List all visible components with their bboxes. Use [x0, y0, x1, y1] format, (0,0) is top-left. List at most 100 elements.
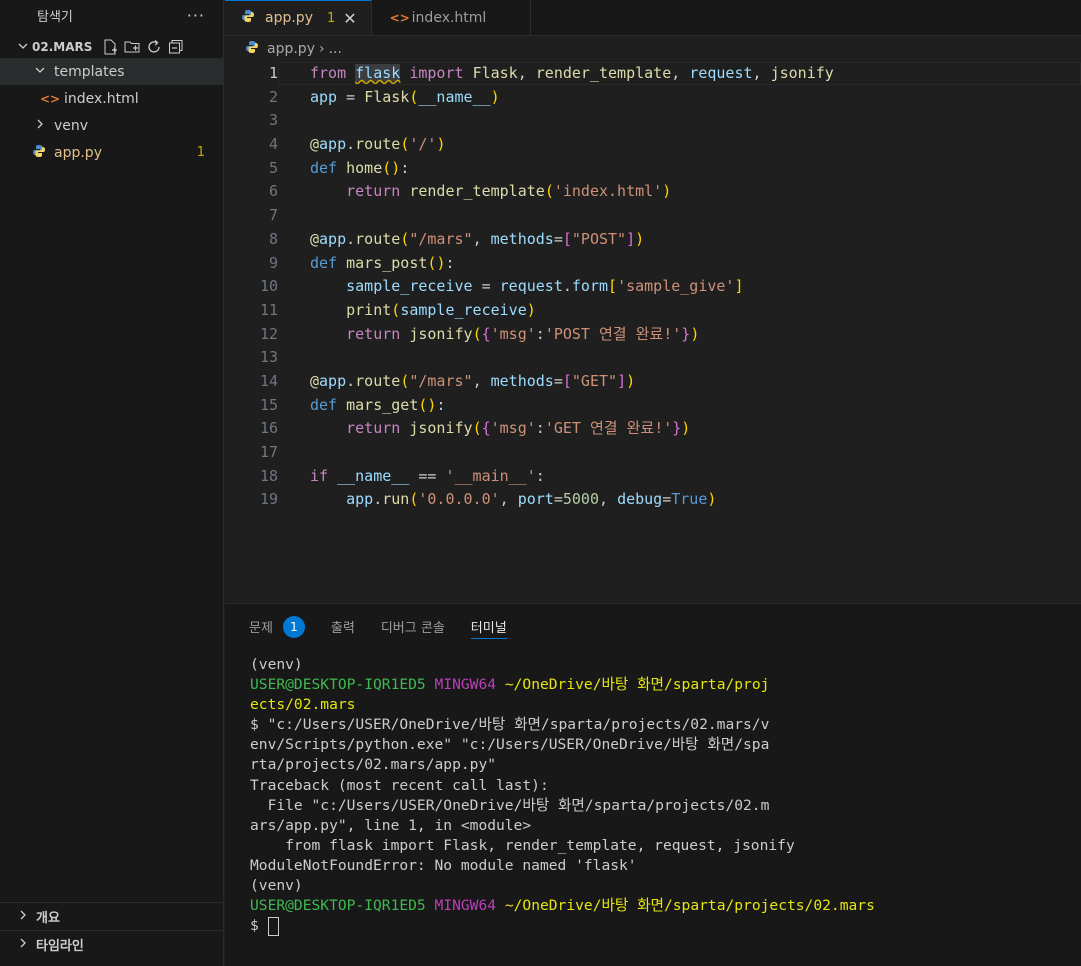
- tab-output[interactable]: 출력: [331, 615, 355, 639]
- tab-label: 터미널: [470, 620, 507, 636]
- explorer-header: 탐색기 ···: [0, 0, 223, 30]
- terminal-line: USER@DESKTOP-IQR1ED5 MINGW64 ~/OneDrive/…: [250, 675, 1081, 695]
- workspace-folder[interactable]: 02.MARS: [0, 36, 223, 58]
- code-text: @app.route("/mars", methods=["GET"]): [310, 371, 636, 390]
- tab-debug-console[interactable]: 디버그 콘솔: [381, 615, 445, 639]
- tree-item-label: index.html: [64, 90, 139, 107]
- code-line: 1 from flask import Flask, render_templat…: [225, 62, 1081, 86]
- breadcrumb-symbols[interactable]: ...: [329, 41, 342, 57]
- terminal-line: ars/app.py", line 1, in <module>: [250, 816, 532, 834]
- close-icon[interactable]: ✕: [343, 9, 356, 28]
- line-number: 7: [268, 206, 278, 225]
- code-text: app = Flask(__name__): [310, 87, 500, 106]
- panel-tabs: 문제 1 출력 디버그 콘솔 터미널: [225, 604, 1081, 649]
- code-text: @app.route('/'): [310, 135, 446, 154]
- terminal-user: USER@DESKTOP-IQR1ED5: [250, 897, 426, 915]
- refresh-icon[interactable]: [146, 39, 162, 55]
- line-number: 8: [268, 229, 278, 248]
- terminal-shell: MINGW64: [434, 676, 497, 694]
- new-file-icon[interactable]: [102, 39, 118, 55]
- editor-tabbar: app.py 1 ✕ <> index.html: [225, 0, 1081, 36]
- code-text: app.run('0.0.0.0', port=5000, debug=True…: [346, 490, 717, 509]
- tab-terminal[interactable]: 터미널: [470, 614, 507, 639]
- outline-section[interactable]: 개요: [0, 902, 224, 929]
- code-text: return jsonify({'msg':'POST 연결 완료!'}): [346, 324, 700, 343]
- python-file-icon: [245, 40, 261, 58]
- line-number: 11: [259, 300, 278, 319]
- code-text: return jsonify({'msg':'GET 연결 완료!'}): [346, 419, 691, 438]
- code-line: 15 def mars_get():: [225, 394, 1081, 418]
- code-line: 12 return jsonify({'msg':'POST 연결 완료!'}): [225, 323, 1081, 347]
- code-line: 3: [225, 109, 1081, 133]
- more-actions-icon[interactable]: ···: [187, 6, 205, 25]
- code-text: sample_receive = request.form['sample_gi…: [346, 277, 744, 296]
- terminal-line: ModuleNotFoundError: No module named 'fl…: [250, 856, 637, 874]
- tab-index-html[interactable]: <> index.html: [372, 0, 532, 35]
- terminal-line: from flask import Flask, render_template…: [250, 836, 795, 854]
- terminal-path: ~/OneDrive/바탕 화면/sparta/projects/02.mars: [504, 897, 875, 915]
- code-text: from flask import Flask, render_template…: [310, 64, 834, 82]
- terminal-line: (venv): [250, 877, 303, 895]
- line-number: 6: [268, 182, 278, 201]
- code-line: 18 if __name__ == '__main__':: [225, 465, 1081, 489]
- terminal-path: ~/OneDrive/바탕 화면/sparta/proj: [504, 676, 770, 694]
- code-line: 11 print(sample_receive): [225, 299, 1081, 323]
- collapse-all-icon[interactable]: [168, 39, 184, 55]
- code-line: 16 return jsonify({'msg':'GET 연결 완료!'}): [225, 417, 1081, 441]
- terminal-output[interactable]: (venv) USER@DESKTOP-IQR1ED5 MINGW64 ~/One…: [225, 649, 1081, 936]
- code-line: 4 @app.route('/'): [225, 133, 1081, 157]
- line-number: 13: [259, 348, 278, 367]
- terminal-shell: MINGW64: [434, 897, 497, 915]
- code-editor[interactable]: 1 from flask import Flask, render_templat…: [225, 62, 1081, 602]
- line-number: 17: [259, 443, 278, 461]
- code-text: def mars_post():: [310, 253, 455, 272]
- line-number: 10: [259, 277, 278, 296]
- html-file-icon: <>: [389, 10, 410, 25]
- terminal-line: Traceback (most recent call last):: [250, 776, 549, 794]
- line-number: 16: [259, 419, 278, 438]
- tree-item-label: templates: [54, 63, 125, 80]
- timeline-label: 타임라인: [36, 938, 84, 954]
- code-line: 5 def home():: [225, 157, 1081, 181]
- breadcrumb-separator: ›: [318, 41, 325, 57]
- breadcrumb-file[interactable]: app.py: [267, 41, 315, 57]
- tab-label: index.html: [411, 9, 487, 26]
- code-line: 7: [225, 204, 1081, 228]
- python-file-icon: [241, 9, 257, 27]
- code-line: 9 def mars_post():: [225, 252, 1081, 276]
- tree-item-app-py[interactable]: app.py 1: [0, 139, 223, 166]
- tab-label: 문제: [249, 621, 273, 636]
- code-line: 13: [225, 346, 1081, 370]
- bottom-panel: 문제 1 출력 디버그 콘솔 터미널 (venv) USER@DESKTOP-IQ…: [225, 603, 1081, 966]
- tree-item-label: app.py: [54, 144, 102, 161]
- code-text: @app.route("/mars", methods=["POST"]): [310, 229, 645, 248]
- code-line: 8 @app.route("/mars", methods=["POST"]): [225, 228, 1081, 252]
- chevron-down-icon: [32, 65, 48, 78]
- code-text: def mars_get():: [310, 395, 446, 414]
- line-number: 18: [259, 466, 278, 485]
- explorer-title: 탐색기: [37, 9, 73, 25]
- terminal-prompt: $: [250, 917, 268, 935]
- tree-item-index-html[interactable]: <> index.html: [0, 85, 223, 112]
- chevron-right-icon: [18, 910, 36, 923]
- folder-actions: [102, 39, 184, 55]
- code-line: 14 @app.route("/mars", methods=["GET"]): [225, 370, 1081, 394]
- terminal-line: env/Scripts/python.exe" "c:/Users/USER/O…: [250, 736, 770, 754]
- line-number: 4: [268, 135, 278, 154]
- tab-label: 디버그 콘솔: [380, 621, 445, 636]
- tab-problem-count: 1: [326, 10, 336, 26]
- tab-problems[interactable]: 문제 1: [249, 615, 305, 639]
- terminal-line: $: [250, 916, 1081, 936]
- code-line: 6 return render_template('index.html'): [225, 180, 1081, 204]
- line-number: 12: [259, 324, 278, 343]
- tab-label: 출력: [330, 621, 355, 636]
- terminal-cursor: [267, 916, 279, 936]
- tree-item-templates[interactable]: templates: [0, 58, 223, 85]
- line-number: 5: [268, 158, 278, 177]
- line-number: 1: [268, 64, 278, 82]
- tree-item-venv[interactable]: venv: [0, 112, 223, 139]
- tab-app-py[interactable]: app.py 1 ✕: [225, 0, 372, 35]
- timeline-section[interactable]: 타임라인: [0, 930, 224, 957]
- python-file-icon: [32, 144, 48, 162]
- new-folder-icon[interactable]: [124, 39, 140, 55]
